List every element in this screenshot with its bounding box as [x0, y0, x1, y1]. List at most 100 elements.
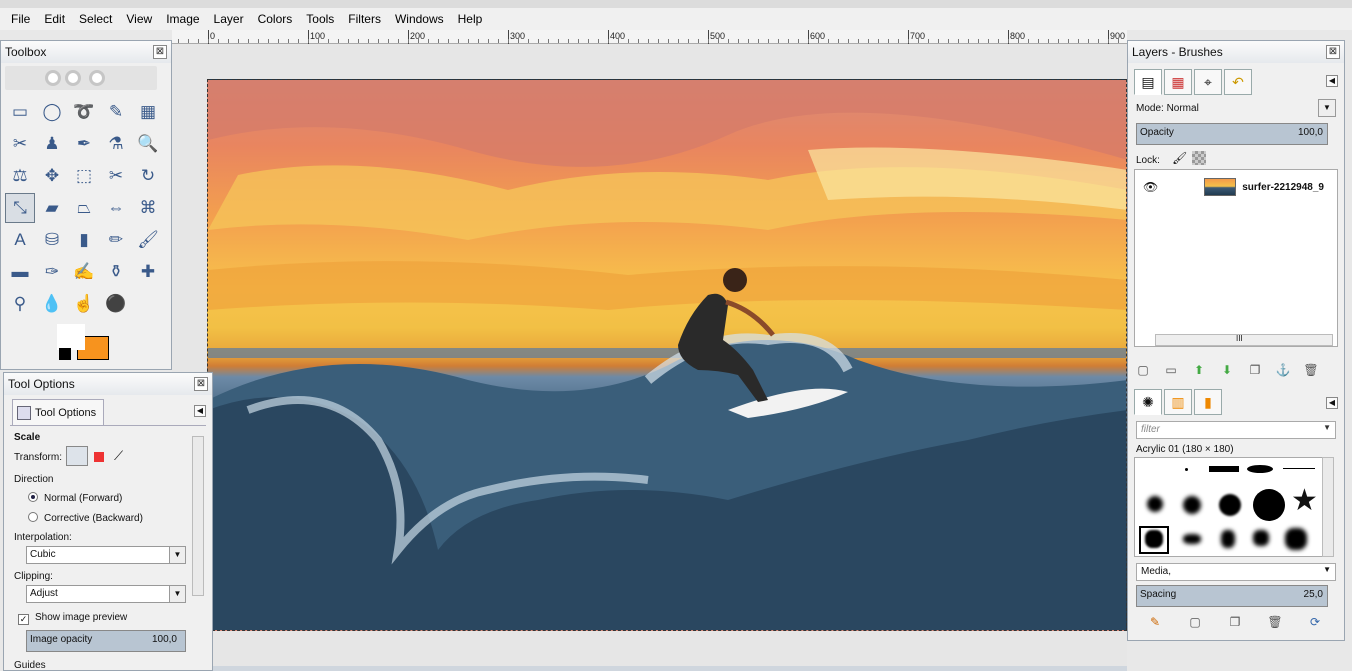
transform-selection-icon[interactable] — [94, 452, 104, 462]
direction-normal-radio[interactable]: Normal (Forward) — [28, 492, 122, 504]
new-brush-icon[interactable]: ▢ — [1186, 613, 1204, 631]
brush-preview[interactable] — [1253, 489, 1285, 521]
menu-tools[interactable]: Tools — [299, 12, 341, 26]
foreground-color-swatch[interactable] — [59, 348, 71, 360]
visibility-eye-icon[interactable]: 👁 — [1143, 180, 1158, 194]
menu-file[interactable]: File — [4, 12, 37, 26]
new-layer-icon[interactable]: ▢ — [1134, 361, 1152, 379]
tool-options-menu-icon[interactable]: ◀ — [194, 405, 206, 417]
ellipse-select-icon[interactable]: ◯ — [37, 97, 67, 127]
refresh-brushes-icon[interactable]: ⟳ — [1306, 613, 1324, 631]
rotate-icon[interactable]: ↻ — [133, 161, 163, 191]
color-select-icon[interactable]: ▦ — [133, 97, 163, 127]
brush-preview[interactable] — [1285, 528, 1307, 550]
tab-channels[interactable]: ▦ — [1164, 69, 1192, 95]
canvas-viewport[interactable] — [172, 44, 1127, 666]
fuzzy-select-icon[interactable]: ✎ — [101, 97, 131, 127]
perspective-icon[interactable]: ⏢ — [69, 193, 99, 223]
layer-row[interactable]: 👁 surfer-2212948_9 — [1135, 174, 1339, 200]
fg-bg-color-selector[interactable] — [57, 324, 113, 364]
raise-layer-icon[interactable]: ⬆ — [1190, 361, 1208, 379]
direction-corrective-radio[interactable]: Corrective (Backward) — [28, 512, 143, 524]
surfer-image[interactable] — [207, 79, 1127, 631]
brush-grid-scrollbar[interactable] — [1322, 457, 1334, 557]
color-picker-icon[interactable]: ⚗ — [101, 129, 131, 159]
duplicate-brush-icon[interactable]: ❐ — [1226, 613, 1244, 631]
brush-preview[interactable] — [1145, 530, 1163, 548]
tab-paths[interactable]: ⌖ — [1194, 69, 1222, 95]
heal-icon[interactable]: ✚ — [133, 257, 163, 287]
airbrush-icon[interactable]: ✑ — [37, 257, 67, 287]
menu-layer[interactable]: Layer — [207, 12, 251, 26]
brush-preview[interactable] — [1253, 530, 1269, 546]
pencil-icon[interactable]: ✏ — [101, 225, 131, 255]
anchor-layer-icon[interactable]: ⚓ — [1274, 361, 1292, 379]
brush-preview[interactable] — [1219, 494, 1241, 516]
star-brush-icon[interactable]: ★ — [1291, 486, 1318, 516]
tab-gradients[interactable]: ▮ — [1194, 389, 1222, 415]
clipping-select[interactable]: Adjust ▼ — [26, 585, 186, 603]
layers-dock-close-icon[interactable]: ⊠ — [1326, 45, 1340, 59]
brush-preview[interactable] — [1185, 468, 1188, 471]
brushes-menu-icon[interactable]: ◀ — [1326, 397, 1338, 409]
brush-preview[interactable] — [1283, 468, 1315, 469]
blend-icon[interactable]: ▮ — [69, 225, 99, 255]
brush-preview[interactable] — [1209, 466, 1239, 472]
free-select-icon[interactable]: ➰ — [69, 97, 99, 127]
toolbox-close-icon[interactable]: ⊠ — [153, 45, 167, 59]
eraser-icon[interactable]: ▬ — [5, 257, 35, 287]
menu-view[interactable]: View — [119, 12, 159, 26]
shear-icon[interactable]: ▰ — [37, 193, 67, 223]
tab-layers[interactable]: ▤ — [1134, 69, 1162, 95]
menu-image[interactable]: Image — [159, 12, 206, 26]
lock-pixels-icon[interactable]: 🖌 — [1172, 151, 1187, 165]
ink-icon[interactable]: ✍ — [69, 257, 99, 287]
lock-alpha-icon[interactable] — [1192, 151, 1206, 165]
rect-select-icon[interactable]: ▭ — [5, 97, 35, 127]
flip-icon[interactable]: ⇔ — [101, 193, 131, 223]
brush-grid[interactable]: ★ — [1134, 457, 1328, 557]
scale-icon[interactable]: ⤡ — [5, 193, 35, 223]
smudge-icon[interactable]: ☝ — [69, 289, 99, 319]
measure-icon[interactable]: ⚖ — [5, 161, 35, 191]
horizontal-scrollbar[interactable] — [212, 666, 1127, 671]
duplicate-layer-icon[interactable]: ❐ — [1246, 361, 1264, 379]
brush-preview[interactable] — [1221, 530, 1235, 548]
brush-spacing-slider[interactable]: Spacing 25,0 — [1136, 585, 1328, 607]
tool-options-close-icon[interactable]: ⊠ — [194, 377, 208, 391]
brush-filter-field[interactable]: filter ▼ — [1136, 421, 1336, 439]
delete-brush-icon[interactable]: 🗑 — [1266, 613, 1284, 631]
transform-layer-icon[interactable] — [66, 446, 88, 466]
layers-menu-icon[interactable]: ◀ — [1326, 75, 1338, 87]
tab-undo-history[interactable]: ↶ — [1224, 69, 1252, 95]
menu-select[interactable]: Select — [72, 12, 119, 26]
brush-preview[interactable] — [1147, 496, 1163, 512]
tab-patterns[interactable]: ▥ — [1164, 389, 1192, 415]
interpolation-select[interactable]: Cubic ▼ — [26, 546, 186, 564]
bucket-fill-icon[interactable]: ⛁ — [37, 225, 67, 255]
perspective-clone-icon[interactable]: ⚲ — [5, 289, 35, 319]
zoom-icon[interactable]: 🔍 — [133, 129, 163, 159]
scissors-icon[interactable]: ✂ — [5, 129, 35, 159]
tab-tool-options[interactable]: Tool Options — [12, 399, 104, 425]
crop-icon[interactable]: ✂ — [101, 161, 131, 191]
menu-colors[interactable]: Colors — [251, 12, 300, 26]
tool-options-scrollbar[interactable] — [192, 436, 204, 596]
blur-icon[interactable]: 💧 — [37, 289, 67, 319]
horizontal-ruler[interactable]: 0 100 200 300 400 500 600 700 800 900 — [172, 30, 1127, 44]
cage-icon[interactable]: ⌘ — [133, 193, 163, 223]
brush-preview[interactable] — [1247, 465, 1273, 473]
lower-layer-icon[interactable]: ⬇ — [1218, 361, 1236, 379]
new-layer-group-icon[interactable]: ▭ — [1162, 361, 1180, 379]
brush-tag-field[interactable]: Media, ▼ — [1136, 563, 1336, 581]
brush-preview[interactable] — [1183, 534, 1201, 544]
align-icon[interactable]: ⬚ — [69, 161, 99, 191]
layer-list-hscrollbar[interactable]: III — [1155, 334, 1333, 346]
image-opacity-slider[interactable]: Image opacity 100,0 — [26, 630, 186, 652]
show-preview-checkbox[interactable]: ✓ Show image preview — [18, 612, 127, 625]
menu-filters[interactable]: Filters — [341, 12, 388, 26]
menu-windows[interactable]: Windows — [388, 12, 451, 26]
layer-opacity-slider[interactable]: Opacity 100,0 — [1136, 123, 1328, 145]
clone-icon[interactable]: ⚱ — [101, 257, 131, 287]
move-icon[interactable]: ✥ — [37, 161, 67, 191]
